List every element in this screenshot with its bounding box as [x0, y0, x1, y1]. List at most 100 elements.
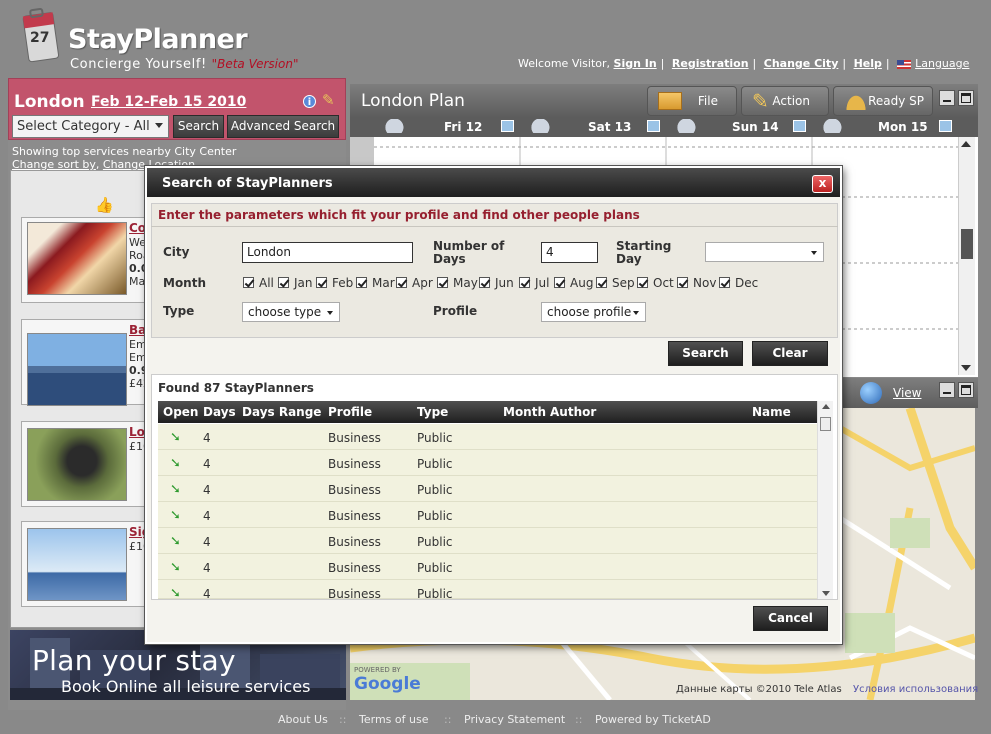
table-row[interactable]: ➘ 4 Business Public: [158, 424, 817, 450]
table-row[interactable]: ➘ 4 Business Public: [158, 528, 817, 554]
table-row[interactable]: ➘ 4 Business Public: [158, 580, 817, 599]
checkbox-checked-icon[interactable]: [719, 277, 730, 288]
month-checkbox[interactable]: Apr: [396, 276, 433, 290]
plan-scrollbar[interactable]: [958, 137, 975, 375]
month-checkbox[interactable]: May: [437, 276, 478, 290]
change-city-link[interactable]: Change City: [764, 57, 839, 70]
scroll-thumb[interactable]: [820, 417, 831, 431]
table-row[interactable]: ➘ 4 Business Public: [158, 450, 817, 476]
service-card[interactable]: Bate Emb Emb 0.9 K £42.: [21, 319, 161, 406]
calendar-icon[interactable]: [793, 120, 806, 132]
col-month[interactable]: Month: [503, 405, 546, 419]
action-button[interactable]: ✎ Action: [741, 86, 829, 116]
close-icon[interactable]: x: [812, 175, 833, 193]
day-header[interactable]: Sat 13: [520, 117, 666, 137]
open-arrow-icon[interactable]: ➘: [170, 482, 181, 497]
cancel-button[interactable]: Cancel: [753, 606, 828, 631]
powered-by-text[interactable]: Powered by TicketAD: [595, 713, 711, 726]
month-checkbox[interactable]: Dec: [719, 276, 758, 290]
sign-in-link[interactable]: Sign In: [614, 57, 657, 70]
language-link[interactable]: Language: [915, 57, 969, 70]
checkbox-checked-icon[interactable]: [637, 277, 648, 288]
terms-link[interactable]: Terms of use: [359, 713, 428, 726]
maximize-button[interactable]: [958, 90, 974, 106]
search-button[interactable]: Search: [173, 115, 224, 138]
month-checkbox[interactable]: Oct: [637, 276, 674, 290]
month-checkbox[interactable]: Jul: [519, 276, 549, 290]
dialog-clear-button[interactable]: Clear: [752, 341, 828, 366]
col-type[interactable]: Type: [417, 405, 448, 419]
minimize-button[interactable]: [939, 90, 955, 106]
open-arrow-icon[interactable]: ➘: [170, 508, 181, 523]
col-name[interactable]: Name: [752, 405, 791, 419]
checkbox-checked-icon[interactable]: [596, 277, 607, 288]
map-terms-link[interactable]: Условия использования: [853, 684, 978, 695]
days-input[interactable]: 4: [541, 242, 598, 263]
service-card[interactable]: Lond £16.: [21, 421, 161, 507]
scroll-up-icon[interactable]: [822, 404, 830, 409]
scroll-thumb[interactable]: [961, 229, 973, 259]
month-checkbox[interactable]: Mar: [356, 276, 395, 290]
open-arrow-icon[interactable]: ➘: [170, 456, 181, 471]
date-range-link[interactable]: Feb 12-Feb 15 2010: [91, 94, 246, 110]
ready-sp-button[interactable]: Ready SP: [833, 86, 933, 116]
privacy-link[interactable]: Privacy Statement: [464, 713, 565, 726]
map-minimize-button[interactable]: [939, 382, 955, 398]
scroll-down-icon[interactable]: [822, 591, 830, 596]
about-link[interactable]: About Us: [278, 713, 328, 726]
month-checkbox[interactable]: Jun: [479, 276, 514, 290]
map-view-link[interactable]: View: [893, 386, 921, 400]
month-checkbox[interactable]: Aug: [554, 276, 593, 290]
col-profile[interactable]: Profile: [328, 405, 372, 419]
month-checkbox[interactable]: All: [243, 276, 274, 290]
info-icon[interactable]: i: [303, 95, 316, 108]
type-select[interactable]: choose type: [242, 302, 340, 322]
calendar-icon[interactable]: [501, 120, 514, 132]
calendar-icon[interactable]: [647, 120, 660, 132]
month-checkbox[interactable]: Sep: [596, 276, 635, 290]
scroll-up-icon[interactable]: [961, 141, 971, 147]
thumbs-up-icon[interactable]: 👍: [95, 196, 114, 214]
open-arrow-icon[interactable]: ➘: [170, 534, 181, 549]
help-link[interactable]: Help: [854, 57, 882, 70]
month-checkbox[interactable]: Jan: [278, 276, 313, 290]
pencil-icon[interactable]: ✎: [322, 91, 340, 109]
service-card[interactable]: Core West Road 0.0 K Max: [21, 217, 161, 303]
map-maximize-button[interactable]: [958, 382, 974, 398]
table-row[interactable]: ➘ 4 Business Public: [158, 554, 817, 580]
checkbox-checked-icon[interactable]: [554, 277, 565, 288]
checkbox-checked-icon[interactable]: [479, 277, 490, 288]
starting-day-select[interactable]: [705, 242, 824, 262]
checkbox-checked-icon[interactable]: [243, 277, 254, 288]
service-card[interactable]: Sigh £169: [21, 521, 161, 607]
scroll-down-icon[interactable]: [961, 365, 971, 371]
month-checkbox[interactable]: Feb: [316, 276, 353, 290]
checkbox-checked-icon[interactable]: [437, 277, 448, 288]
open-arrow-icon[interactable]: ➘: [170, 430, 181, 445]
checkbox-checked-icon[interactable]: [519, 277, 530, 288]
col-days[interactable]: Days: [203, 405, 236, 419]
day-header[interactable]: Fri 12: [374, 117, 520, 137]
open-arrow-icon[interactable]: ➘: [170, 560, 181, 575]
checkbox-checked-icon[interactable]: [356, 277, 367, 288]
file-button[interactable]: File: [647, 86, 737, 116]
open-arrow-icon[interactable]: ➘: [170, 586, 181, 598]
category-select[interactable]: Select Category - All: [12, 115, 169, 138]
dialog-search-button[interactable]: Search: [668, 341, 743, 366]
month-checkbox[interactable]: Nov: [677, 276, 716, 290]
advanced-search-button[interactable]: Advanced Search: [227, 115, 339, 138]
col-open[interactable]: Open: [163, 405, 198, 419]
profile-select[interactable]: choose profile: [541, 302, 646, 322]
checkbox-checked-icon[interactable]: [278, 277, 289, 288]
day-header[interactable]: Mon 15: [812, 117, 958, 137]
checkbox-checked-icon[interactable]: [677, 277, 688, 288]
table-row[interactable]: ➘ 4 Business Public: [158, 502, 817, 528]
checkbox-checked-icon[interactable]: [396, 277, 407, 288]
table-row[interactable]: ➘ 4 Business Public: [158, 476, 817, 502]
col-days-range[interactable]: Days Range: [242, 405, 321, 419]
city-input[interactable]: London: [242, 242, 413, 263]
day-header[interactable]: Sun 14: [666, 117, 812, 137]
calendar-icon[interactable]: [939, 120, 952, 132]
checkbox-checked-icon[interactable]: [316, 277, 327, 288]
results-scrollbar[interactable]: [817, 401, 833, 599]
